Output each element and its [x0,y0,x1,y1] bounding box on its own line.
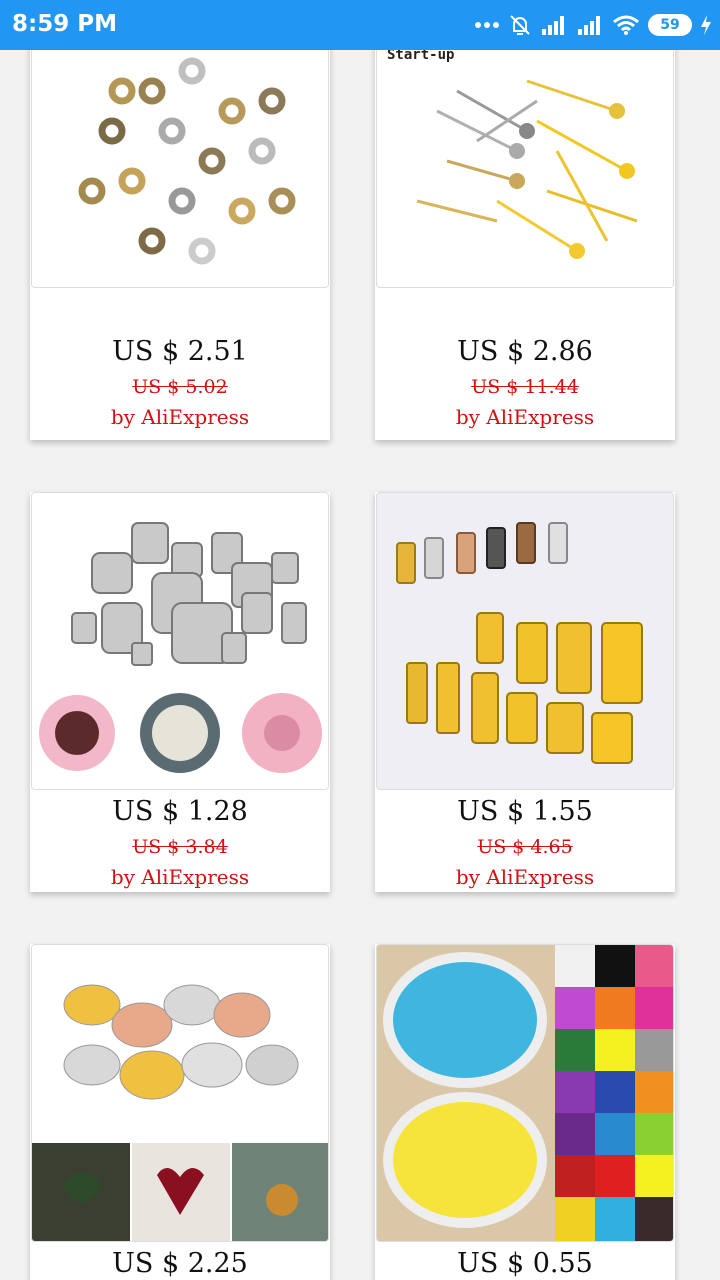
status-icons: 59 [474,10,712,40]
product-old-price: US $ 5.02 [132,376,228,398]
product-card[interactable]: Start-up US $ 2.86 US $ 11.44 by AliExpr… [375,50,675,440]
product-price: US $ 2.51 [112,336,248,367]
product-card[interactable]: US $ 1.28 US $ 3.84 by AliExpress [30,492,330,892]
status-time: 8:59 PM [12,11,117,37]
battery-icon: 59 [648,14,692,36]
product-grid: US $ 2.51 US $ 5.02 by AliExpress Start-… [0,50,720,1280]
product-image[interactable] [31,492,329,790]
product-price: US $ 2.25 [112,1248,248,1279]
alarm-off-icon [508,13,532,37]
product-image[interactable] [31,944,329,1242]
status-bar: 8:59 PM 59 [0,0,720,50]
product-card[interactable]: US $ 2.25 [30,944,330,1280]
product-seller[interactable]: by AliExpress [30,405,330,429]
product-price: US $ 1.55 [457,796,593,827]
product-seller[interactable]: by AliExpress [375,405,675,429]
product-image[interactable]: Start-up [376,50,674,288]
product-old-price: US $ 4.65 [477,836,573,858]
product-seller[interactable]: by AliExpress [375,865,675,889]
image-caption: Start-up [387,50,455,63]
product-card[interactable]: US $ 1.55 US $ 4.65 by AliExpress [375,492,675,892]
product-card[interactable]: US $ 0.55 [375,944,675,1280]
wifi-icon [612,14,640,36]
product-card[interactable]: US $ 2.51 US $ 5.02 by AliExpress [30,50,330,440]
product-old-price: US $ 3.84 [132,836,228,858]
product-price: US $ 0.55 [457,1248,593,1279]
product-old-price: US $ 11.44 [471,376,579,398]
more-dots-icon [474,20,500,30]
product-price: US $ 2.86 [457,336,593,367]
product-image[interactable] [376,944,674,1242]
product-price: US $ 1.28 [112,796,248,827]
charging-icon [700,14,712,36]
product-image[interactable] [376,492,674,790]
signal-icon [540,14,568,36]
product-image[interactable] [31,50,329,288]
product-seller[interactable]: by AliExpress [30,865,330,889]
signal-icon [576,14,604,36]
